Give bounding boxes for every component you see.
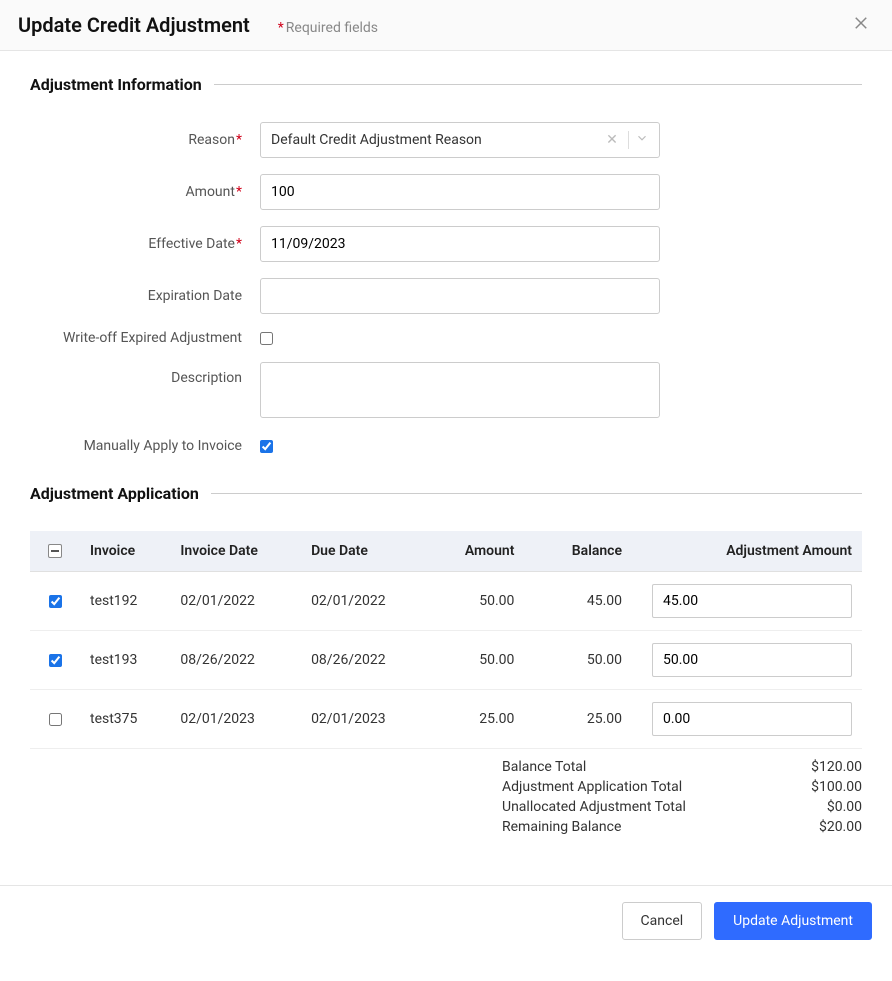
remaining-balance-value: $20.00 [752, 819, 862, 835]
close-icon [852, 14, 870, 32]
table-row: test19202/01/202202/01/202250.0045.00 [30, 572, 862, 631]
balance-total-label: Balance Total [452, 759, 752, 775]
unallocated-total-value: $0.00 [752, 799, 862, 815]
adjustment-application-section: Adjustment Application Invoice Invoice D… [30, 484, 862, 835]
invoice-date-cell: 02/01/2023 [170, 690, 301, 749]
totals-block: Balance Total $120.00 Adjustment Applica… [30, 759, 862, 835]
required-fields-note: *Required fields [278, 20, 378, 36]
row-checkbox[interactable] [49, 654, 62, 667]
col-header-amount[interactable]: Amount [428, 531, 535, 572]
col-header-due-date[interactable]: Due Date [301, 531, 428, 572]
close-button[interactable] [848, 10, 874, 40]
adjustment-application-total-value: $100.00 [752, 779, 862, 795]
amount-cell: 50.00 [428, 631, 535, 690]
amount-label: Amount* [30, 184, 260, 200]
clear-icon[interactable]: ✕ [602, 132, 622, 148]
table-row: test19308/26/202208/26/202250.0050.00 [30, 631, 862, 690]
balance-cell: 50.00 [534, 631, 642, 690]
cancel-button[interactable]: Cancel [622, 902, 703, 940]
chevron-down-icon[interactable] [635, 131, 649, 149]
row-checkbox[interactable] [49, 713, 62, 726]
adjustment-application-total-label: Adjustment Application Total [452, 779, 752, 795]
col-header-invoice-date[interactable]: Invoice Date [170, 531, 301, 572]
manual-apply-checkbox[interactable] [260, 440, 273, 453]
invoice-cell: test192 [80, 572, 170, 631]
due-date-cell: 02/01/2022 [301, 572, 428, 631]
col-header-balance[interactable]: Balance [534, 531, 642, 572]
adjustment-amount-input[interactable] [652, 643, 852, 677]
invoice-date-cell: 08/26/2022 [170, 631, 301, 690]
writeoff-checkbox[interactable] [260, 332, 273, 345]
balance-total-value: $120.00 [752, 759, 862, 775]
section-rule [211, 493, 862, 494]
balance-cell: 25.00 [534, 690, 642, 749]
section-title-adjustment-info: Adjustment Information [30, 75, 202, 94]
invoice-cell: test193 [80, 631, 170, 690]
amount-cell: 50.00 [428, 572, 535, 631]
select-separator [628, 131, 629, 149]
reason-select-value: Default Credit Adjustment Reason [271, 132, 602, 148]
adjustment-amount-input[interactable] [652, 702, 852, 736]
description-label: Description [30, 362, 260, 386]
adjustment-amount-input[interactable] [652, 584, 852, 618]
effective-date-label: Effective Date* [30, 236, 260, 252]
amount-input[interactable] [260, 174, 660, 210]
modal-footer: Cancel Update Adjustment [0, 885, 892, 956]
invoice-date-cell: 02/01/2022 [170, 572, 301, 631]
col-header-adjustment-amount[interactable]: Adjustment Amount [642, 531, 862, 572]
modal-title: Update Credit Adjustment [18, 13, 250, 37]
section-rule [214, 84, 862, 85]
invoice-cell: test375 [80, 690, 170, 749]
writeoff-label: Write-off Expired Adjustment [30, 330, 260, 346]
reason-select[interactable]: Default Credit Adjustment Reason ✕ [260, 122, 660, 158]
due-date-cell: 02/01/2023 [301, 690, 428, 749]
description-textarea[interactable] [260, 362, 660, 418]
select-all-checkbox[interactable] [48, 544, 62, 558]
unallocated-total-label: Unallocated Adjustment Total [452, 799, 752, 815]
expiration-date-label: Expiration Date [30, 288, 260, 304]
row-checkbox[interactable] [49, 595, 62, 608]
table-row: test37502/01/202302/01/202325.0025.00 [30, 690, 862, 749]
update-adjustment-button[interactable]: Update Adjustment [714, 902, 872, 940]
manual-apply-label: Manually Apply to Invoice [30, 438, 260, 454]
col-header-invoice[interactable]: Invoice [80, 531, 170, 572]
invoice-table: Invoice Invoice Date Due Date Amount Bal… [30, 531, 862, 749]
remaining-balance-label: Remaining Balance [452, 819, 752, 835]
effective-date-input[interactable] [260, 226, 660, 262]
balance-cell: 45.00 [534, 572, 642, 631]
reason-label: Reason* [30, 132, 260, 148]
modal-header: Update Credit Adjustment *Required field… [0, 0, 892, 51]
asterisk-icon: * [278, 20, 284, 36]
section-title-adjustment-app: Adjustment Application [30, 484, 199, 503]
expiration-date-input[interactable] [260, 278, 660, 314]
due-date-cell: 08/26/2022 [301, 631, 428, 690]
adjustment-information-section: Adjustment Information Reason* Default C… [30, 75, 862, 454]
amount-cell: 25.00 [428, 690, 535, 749]
